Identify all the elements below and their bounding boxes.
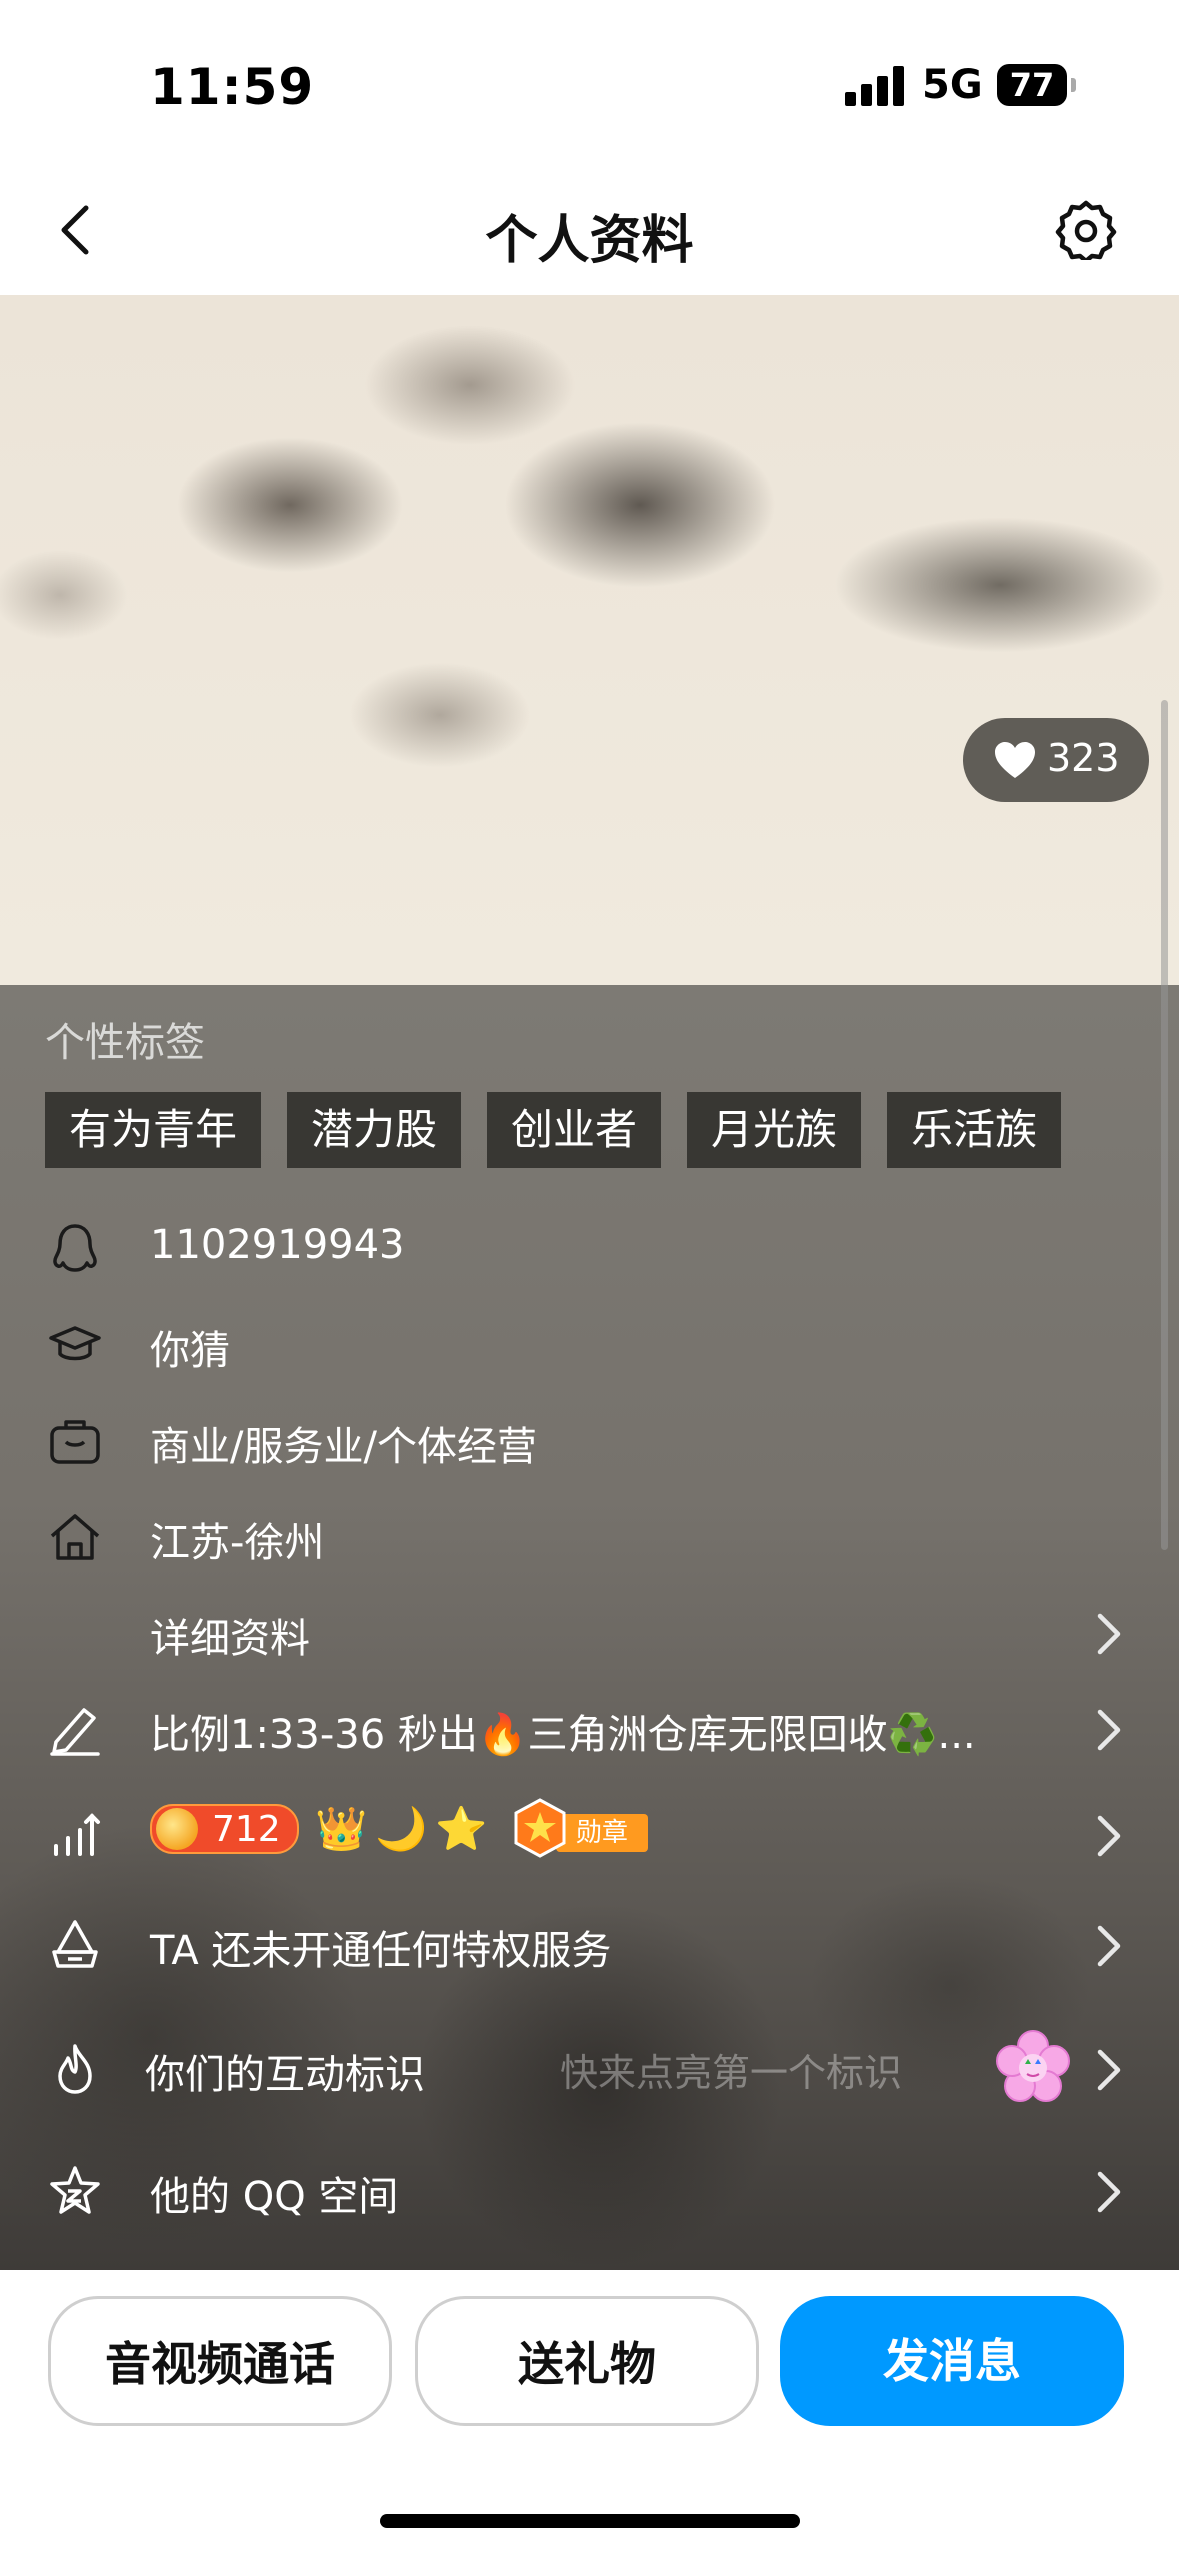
- hometown: 江苏-徐州: [150, 1520, 325, 1566]
- medal-badge: 勋章: [512, 1798, 652, 1858]
- qzone-row[interactable]: 他的 QQ 空间: [0, 2142, 1179, 2238]
- moon-icon: 🌙: [375, 1804, 428, 1853]
- status-time: 11:59: [150, 58, 315, 116]
- level-badge: 712: [150, 1804, 299, 1854]
- medal-label: 勋章: [556, 1814, 648, 1852]
- signature: 比例1:33-36 秒出🔥三角洲仓库无限回收♻️...: [150, 1712, 976, 1758]
- medal-star-icon: [514, 1798, 566, 1858]
- like-count: 323: [1047, 736, 1120, 780]
- occupation: 商业/服务业/个体经营: [150, 1424, 537, 1470]
- heart-icon: [995, 742, 1035, 778]
- signal-icon: [845, 66, 905, 106]
- briefcase-icon: [50, 1420, 100, 1464]
- signature-row[interactable]: 比例1:33-36 秒出🔥三角洲仓库无限回收♻️...: [0, 1680, 1179, 1776]
- details-row[interactable]: 详细资料: [0, 1584, 1179, 1680]
- nav-bar: 个人资料: [0, 170, 1179, 295]
- battery-icon: 77: [997, 64, 1067, 106]
- tag-list: 有为青年 潜力股 创业者 月光族 乐活族: [45, 1092, 1062, 1168]
- chevron-right-icon: [1097, 1925, 1121, 1967]
- hometown-row: 江苏-徐州: [0, 1488, 1179, 1584]
- network-type: 5G: [922, 62, 983, 108]
- chevron-right-icon: [1097, 1815, 1121, 1857]
- chevron-right-icon: [1097, 1613, 1121, 1655]
- tag-item: 有为青年: [45, 1092, 262, 1168]
- interaction-label: 你们的互动标识: [145, 2052, 425, 2098]
- sun-coin-icon: [156, 1808, 198, 1850]
- school: 你猜: [150, 1328, 230, 1374]
- send-gift-button[interactable]: 送礼物: [415, 2296, 759, 2426]
- status-bar: 11:59 5G 77: [0, 0, 1179, 170]
- chevron-right-icon: [1097, 2171, 1121, 2213]
- settings-gear-icon[interactable]: [1055, 198, 1117, 260]
- tag-item: 乐活族: [887, 1092, 1062, 1168]
- level-number: 712: [212, 1809, 281, 1850]
- crown-icon: 👑: [315, 1804, 368, 1853]
- level-row[interactable]: 712 👑 🌙 ⭐ 勋章: [0, 1786, 1179, 1882]
- like-button[interactable]: 323: [963, 718, 1149, 802]
- tags-label: 个性标签: [45, 1020, 205, 1066]
- star-icon: ⭐: [435, 1804, 488, 1853]
- qq-number: 1102919943: [150, 1222, 405, 1268]
- pencil-icon: [50, 1708, 100, 1756]
- chevron-right-icon: [1097, 2049, 1121, 2091]
- qzone-label: 他的 QQ 空间: [150, 2174, 399, 2220]
- flame-icon: [58, 2044, 92, 2094]
- qzone-star-icon: [50, 2166, 100, 2214]
- interaction-row[interactable]: 你们的互动标识 快来点亮第一个标识: [0, 2020, 1179, 2116]
- tag-item: 月光族: [687, 1092, 862, 1168]
- flower-mark-icon: [996, 2030, 1070, 2102]
- privilege-row[interactable]: TA 还未开通任何特权服务: [0, 1896, 1179, 1992]
- chevron-right-icon: [1097, 1709, 1121, 1751]
- page-title: 个人资料: [485, 211, 694, 271]
- video-call-button[interactable]: 音视频通话: [48, 2296, 392, 2426]
- tag-item: 创业者: [487, 1092, 662, 1168]
- level-chart-icon: [54, 1813, 100, 1856]
- occupation-row: 商业/服务业/个体经营: [0, 1392, 1179, 1488]
- penguin-icon: [53, 1224, 97, 1272]
- tag-item: 潜力股: [287, 1092, 462, 1168]
- battery-tip: [1071, 78, 1076, 92]
- qq-number-row: 1102919943: [0, 1200, 1179, 1296]
- school-row: 你猜: [0, 1296, 1179, 1392]
- privilege-icon: [52, 1920, 98, 1968]
- profile-cover-image[interactable]: [0, 295, 1179, 985]
- home-icon: [50, 1514, 100, 1560]
- send-message-button[interactable]: 发消息: [780, 2296, 1124, 2426]
- graduation-cap-icon: [49, 1326, 101, 1361]
- interaction-hint: 快来点亮第一个标识: [560, 2051, 903, 2095]
- details-link[interactable]: 详细资料: [150, 1606, 310, 1664]
- home-indicator[interactable]: [380, 2514, 800, 2528]
- privilege-status: TA 还未开通任何特权服务: [150, 1928, 612, 1974]
